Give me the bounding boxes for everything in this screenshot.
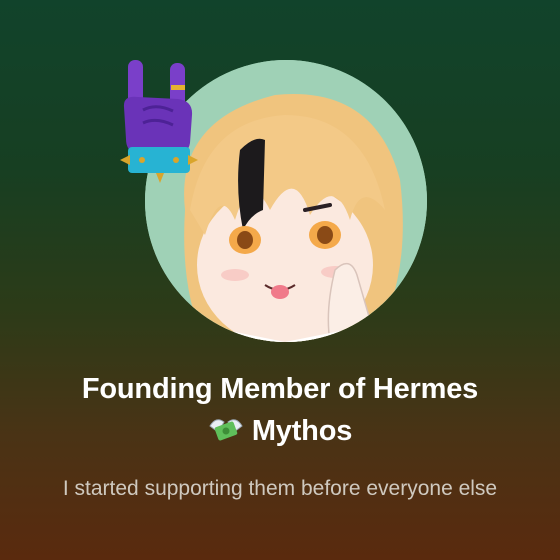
badge-title-name: Mythos [251, 415, 353, 447]
badge-title: Founding Member of Hermes Mythos [20, 368, 540, 452]
badge-description: I started supporting them before everyon… [62, 477, 498, 500]
rock-hand-icon [120, 60, 198, 183]
money-with-wings-icon [209, 419, 243, 441]
badge-title-line-2: Mythos [20, 410, 540, 452]
badge-title-line-1: Founding Member of Hermes [81, 373, 479, 405]
badge-card: Founding Member of Hermes Mythos I start… [0, 0, 560, 560]
